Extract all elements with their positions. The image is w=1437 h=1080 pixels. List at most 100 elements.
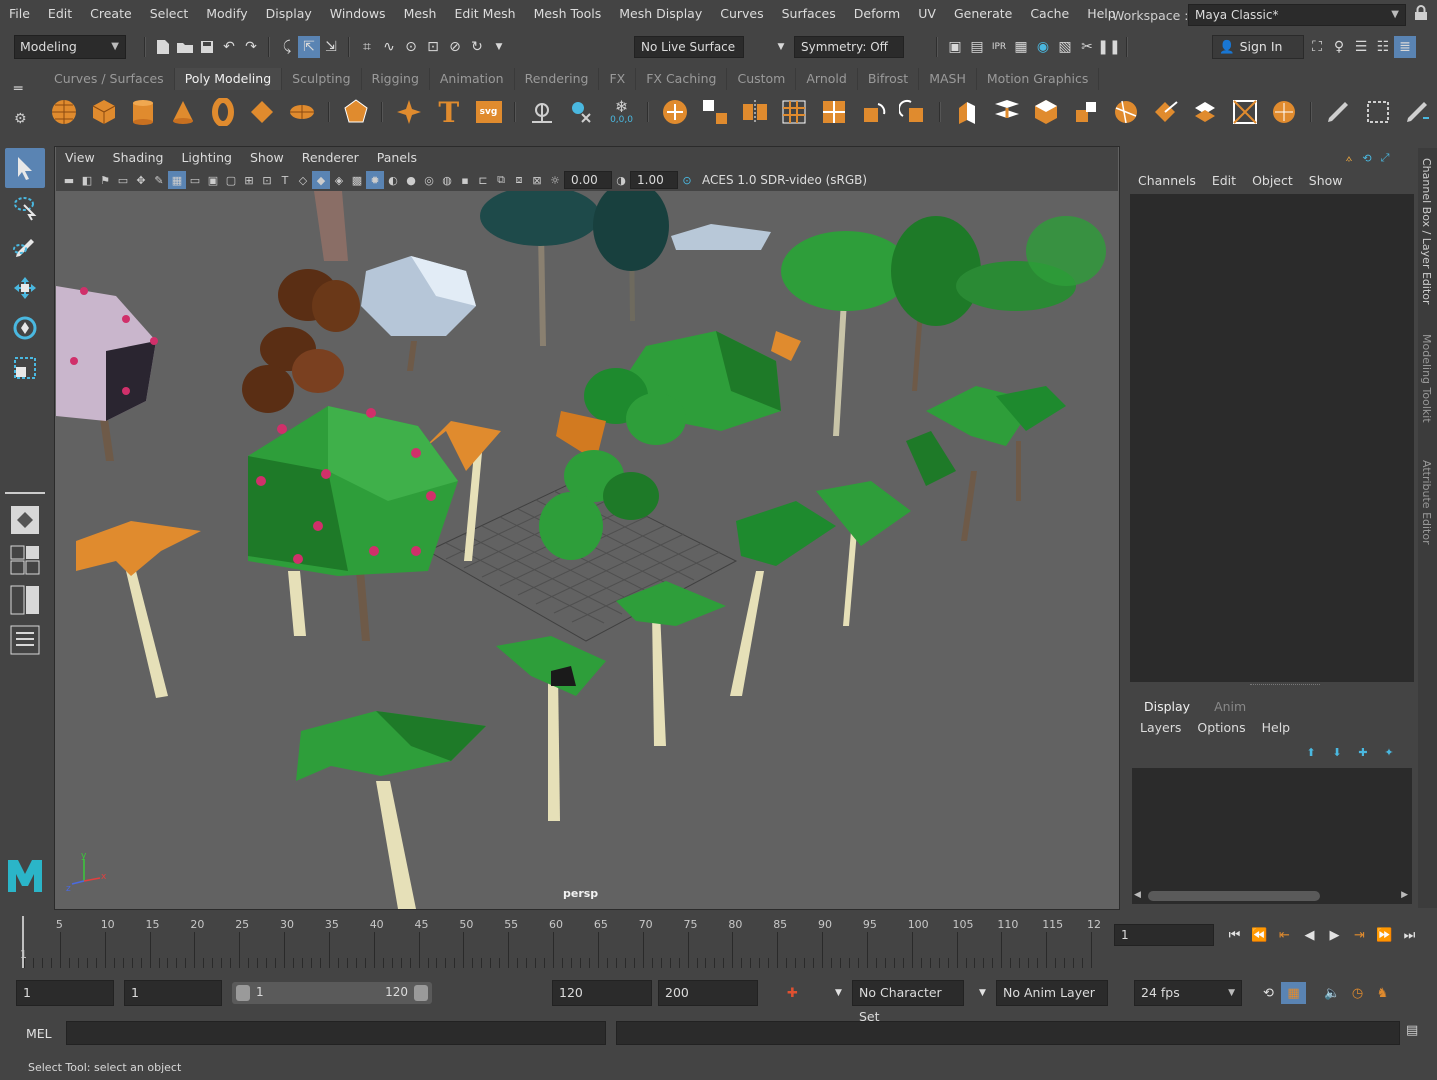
play-forwards-icon[interactable]: ▶ xyxy=(1322,924,1347,946)
render-view-icon[interactable]: ▣ xyxy=(944,36,966,58)
playback-start-field[interactable]: 1 xyxy=(124,980,222,1006)
go-to-end-icon[interactable]: ⏭ xyxy=(1397,924,1422,946)
scale-tool-icon[interactable] xyxy=(5,348,45,388)
pencil-icon[interactable] xyxy=(1318,92,1358,132)
undo-icon[interactable]: ↶ xyxy=(218,36,240,58)
render-setup-icon[interactable]: ▧ xyxy=(1054,36,1076,58)
depth-of-field-icon[interactable]: ▪ xyxy=(456,171,474,189)
bookmark-icon[interactable]: ⚑ xyxy=(96,171,114,189)
command-language-label[interactable]: MEL xyxy=(26,1026,52,1041)
menu-edit-mesh[interactable]: Edit Mesh xyxy=(445,0,524,28)
mirror-icon[interactable] xyxy=(735,92,775,132)
menu-display[interactable]: Display xyxy=(257,0,321,28)
fps-dropdown[interactable]: 24 fps ▼ xyxy=(1134,980,1242,1006)
poly-sphere-icon[interactable] xyxy=(44,92,84,132)
menu-uv[interactable]: UV xyxy=(909,0,945,28)
exposure-icon[interactable]: ☼ xyxy=(546,171,564,189)
textured-icon[interactable]: ▩ xyxy=(348,171,366,189)
chevron-down-icon[interactable]: ▼ xyxy=(488,36,510,58)
wireframe-on-shaded-icon[interactable]: ◈ xyxy=(330,171,348,189)
snap-to-grid-icon[interactable]: ⌗ xyxy=(356,36,378,58)
select-by-object-icon[interactable]: ⇱ xyxy=(298,36,320,58)
poly-type-icon[interactable]: T xyxy=(429,92,469,132)
xray-joints-icon[interactable]: ⧈ xyxy=(510,171,528,189)
layer-help-menu[interactable]: Help xyxy=(1254,718,1299,738)
xray-icon[interactable]: ⧉ xyxy=(492,171,510,189)
append-polygon-icon[interactable] xyxy=(1066,92,1106,132)
animation-end-field[interactable]: 200 xyxy=(658,980,758,1006)
combine-icon[interactable] xyxy=(655,92,695,132)
shelf-tab-rigging[interactable]: Rigging xyxy=(362,68,430,90)
viewport-menu-view[interactable]: View xyxy=(56,147,104,169)
hypershade-icon[interactable]: ◉ xyxy=(1032,36,1054,58)
attribute-editor-icon[interactable]: ☰ xyxy=(1350,36,1372,58)
grid-icon[interactable]: ▦ xyxy=(168,171,186,189)
shelf-tab-fx[interactable]: FX xyxy=(599,68,637,90)
open-scene-icon[interactable] xyxy=(174,36,196,58)
viewport-menu-shading[interactable]: Shading xyxy=(104,147,173,169)
shadows-icon[interactable]: ◐ xyxy=(384,171,402,189)
single-view-layout-icon[interactable] xyxy=(5,500,45,540)
smooth-shade-icon[interactable]: ◆ xyxy=(312,171,330,189)
shelf-tab-bifrost[interactable]: Bifrost xyxy=(858,68,920,90)
go-to-start-icon[interactable]: ⏮ xyxy=(1222,924,1247,946)
wireframe-icon[interactable]: ◇ xyxy=(294,171,312,189)
scroll-left-icon[interactable]: ◀ xyxy=(1134,890,1141,900)
range-slider-bar[interactable]: 1 120 xyxy=(232,982,432,1004)
channels-menu[interactable]: Channels xyxy=(1130,170,1204,192)
shelf-tab-poly-modeling[interactable]: Poly Modeling xyxy=(174,68,283,90)
separate-icon[interactable] xyxy=(695,92,735,132)
menu-mesh-display[interactable]: Mesh Display xyxy=(610,0,711,28)
playback-end-field[interactable]: 120 xyxy=(552,980,652,1006)
chevron-down-icon[interactable]: ▼ xyxy=(770,36,792,58)
menu-set-dropdown[interactable]: Modeling ▼ xyxy=(14,35,126,59)
select-tool-icon[interactable] xyxy=(5,148,45,188)
ambient-occlusion-icon[interactable]: ● xyxy=(402,171,420,189)
reduce-icon[interactable] xyxy=(814,92,854,132)
range-slider-left-handle[interactable] xyxy=(236,985,250,1001)
connect-icon[interactable] xyxy=(1185,92,1225,132)
gamma-icon[interactable]: ◑ xyxy=(612,171,630,189)
cache-playback-icon[interactable]: ▦ xyxy=(1281,982,1306,1004)
new-scene-icon[interactable] xyxy=(152,36,174,58)
animation-preferences-icon[interactable]: ◷ xyxy=(1345,982,1370,1004)
step-back-key-icon[interactable]: ⏪ xyxy=(1247,924,1272,946)
poly-cube-icon[interactable] xyxy=(84,92,124,132)
scroll-right-icon[interactable]: ▶ xyxy=(1401,890,1408,900)
move-layer-down-icon[interactable]: ⬇ xyxy=(1328,743,1346,761)
sound-icon[interactable]: 🔈 xyxy=(1320,982,1345,1004)
smooth-icon[interactable] xyxy=(774,92,814,132)
viewport-menu-renderer[interactable]: Renderer xyxy=(293,147,368,169)
fill-hole-icon[interactable] xyxy=(1225,92,1265,132)
menu-windows[interactable]: Windows xyxy=(321,0,395,28)
live-surface-field[interactable]: No Live Surface xyxy=(634,36,744,58)
field-chart-icon[interactable]: ⊞ xyxy=(240,171,258,189)
multi-cut-icon[interactable] xyxy=(1106,92,1146,132)
character-controls-icon[interactable]: ♀ xyxy=(1328,36,1350,58)
layers-menu[interactable]: Layers xyxy=(1132,718,1189,738)
shelf-tab-fx-caching[interactable]: FX Caching xyxy=(636,68,728,90)
redo-icon[interactable]: ↷ xyxy=(240,36,262,58)
image-plane-icon[interactable]: ▭ xyxy=(114,171,132,189)
platonic-solid-icon[interactable] xyxy=(336,92,376,132)
shelf-tab-motion-graphics[interactable]: Motion Graphics xyxy=(977,68,1100,90)
pause-icon[interactable]: ❚❚ xyxy=(1097,36,1120,58)
layer-tab-display[interactable]: Display xyxy=(1132,697,1203,717)
paint-select-tool-icon[interactable] xyxy=(5,228,45,268)
layer-list[interactable] xyxy=(1132,768,1412,904)
snap-to-view-plane-icon[interactable]: ⊡ xyxy=(422,36,444,58)
menu-select[interactable]: Select xyxy=(141,0,198,28)
gate-mask-icon[interactable]: ▢ xyxy=(222,171,240,189)
step-back-frame-icon[interactable]: ⇤ xyxy=(1272,924,1297,946)
viewport-menu-panels[interactable]: Panels xyxy=(368,147,426,169)
select-by-hierarchy-icon[interactable]: ⤹ xyxy=(276,36,298,58)
save-scene-icon[interactable] xyxy=(196,36,218,58)
sync-icon[interactable]: ⟲ xyxy=(1358,149,1376,167)
bridge-icon[interactable] xyxy=(987,92,1027,132)
chevron-down-icon[interactable]: ▼ xyxy=(970,982,995,1004)
range-slider-right-handle[interactable] xyxy=(414,985,428,1001)
poly-disc-icon[interactable] xyxy=(282,92,322,132)
shelf-tab-rendering[interactable]: Rendering xyxy=(515,68,600,90)
step-forward-key-icon[interactable]: ⏩ xyxy=(1372,924,1397,946)
ipr-render-icon[interactable]: IPR xyxy=(988,36,1010,58)
